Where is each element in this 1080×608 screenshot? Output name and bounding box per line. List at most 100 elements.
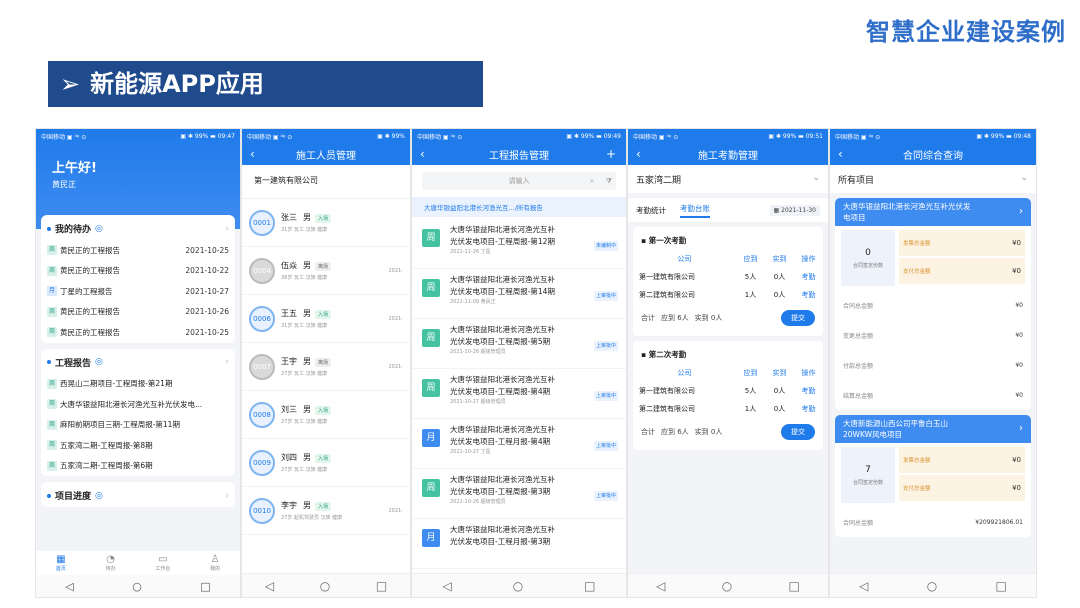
report-item[interactable]: 周大唐华银益阳北港长河渔光互补光伏发电...	[41, 394, 235, 415]
todo-item[interactable]: 周黄民正的工程报告 2021-10-22	[41, 261, 235, 282]
cell: 5人	[744, 387, 757, 395]
contract-title[interactable]: 大唐华银益阳北港长河渔光互补光伏发 电项目 ›	[835, 198, 1031, 226]
nav-item-0[interactable]: ▦ 首页	[56, 554, 66, 572]
person-row[interactable]: 0008 刘三男入场 27岁 瓦工 汉族 健康	[242, 391, 410, 439]
contract-title[interactable]: 大唐新能源山西公司平鲁白玉山 20WKW风电项目 ›	[835, 415, 1031, 443]
person-row[interactable]: 0009 刘四男入场 27岁 瓦工 汉族 健康	[242, 439, 410, 487]
report-item[interactable]: 周五家湾二期-工程周报-第6期	[41, 456, 235, 477]
tab-ledger[interactable]: 考勤台账	[680, 203, 710, 218]
chevron-right-icon[interactable]: ›	[1019, 423, 1023, 434]
report-line2: 光伏发电项目-工程周报-第3期	[450, 487, 551, 496]
sum-label: 合计	[641, 428, 655, 436]
android-back-button[interactable]: ◁	[65, 580, 73, 593]
attend-link[interactable]: 考勤	[794, 286, 823, 304]
nav-item-3[interactable]: ♙ 我的	[210, 554, 220, 572]
attend-link[interactable]: 考勤	[794, 382, 823, 400]
android-recent-button[interactable]: □	[996, 579, 1007, 593]
date-picker[interactable]: ▦ 2021-11-30	[769, 204, 820, 216]
back-icon[interactable]: ‹	[250, 147, 262, 161]
todo-item[interactable]: 周黄民正的工程报告 2021-10-26	[41, 302, 235, 323]
status-badge: 入场	[315, 310, 332, 319]
android-recent-button[interactable]: □	[789, 579, 800, 593]
android-recent-button[interactable]: □	[376, 579, 387, 593]
report-row[interactable]: 周 大唐华银益阳北港长河渔光互补 光伏发电项目-工程周报-第4期 2021-10-27…	[412, 369, 626, 419]
report-line1: 大唐华银益阳北港长河渔光互补	[450, 425, 555, 434]
chevron-down-icon: ⌄	[812, 173, 820, 183]
cell: 5人	[744, 273, 757, 281]
person-name: 刘四	[281, 453, 297, 462]
todo-item[interactable]: 周黄民正的工程报告 2021-10-25	[41, 240, 235, 261]
nav-item-2[interactable]: ▭ 工作台	[155, 554, 170, 572]
person-sub: 27岁 瓦工 汉族 健康	[281, 371, 328, 377]
status-badge: 入场	[315, 454, 332, 463]
nav-item-1[interactable]: ◔ 待办	[106, 554, 116, 572]
cell: 第二建筑有限公司	[639, 405, 695, 413]
android-recent-button[interactable]: □	[200, 580, 210, 593]
status-left: 中国移动 ▣ ⁴ᵍ ⊙	[835, 133, 881, 141]
android-back-button[interactable]: ◁	[265, 579, 274, 593]
person-line: 刘三男入场	[281, 404, 403, 415]
phone-reports: 中国移动 ▣ ⁴ᵍ ⊙ ▣ ✱ 99% ▬ 09:49 ‹ 工程报告管理 + 请输入 ⌕…	[411, 128, 627, 598]
search-input[interactable]: 请输入 ⌕ ⧩	[422, 172, 616, 190]
android-back-button[interactable]: ◁	[859, 579, 868, 593]
report-item[interactable]: 周西晃山二期项目-工程周报-第21期	[41, 374, 235, 395]
submit-button[interactable]: 提交	[781, 424, 815, 440]
project-select[interactable]: 五家湾二期 ⌄	[628, 165, 828, 193]
filter-icon[interactable]: ⧩	[606, 172, 612, 190]
total-row: 合同总金额 ¥209921806.01	[835, 507, 1031, 537]
report-type-tag: 周	[47, 245, 57, 256]
total-value: ¥0	[1015, 301, 1023, 309]
chevron-right-icon[interactable]: ›	[225, 491, 229, 501]
report-row[interactable]: 月大唐华银益阳北港长河渔光互补 光伏发电项目-工程月报-第3期	[412, 519, 626, 569]
report-item[interactable]: 周麻阳前期项目三期-工程周报-第11期	[41, 415, 235, 436]
person-row[interactable]: 0010 李宇男入场 27岁 起机驾驶员 汉族 健康 2021-	[242, 487, 410, 535]
report-row[interactable]: 周 大唐华银益阳北港长河渔光互补 光伏发电项目-工程周报-第12期 2021-11-2…	[412, 219, 626, 269]
android-home-button[interactable]: ○	[320, 579, 330, 593]
search-icon[interactable]: ⌕	[590, 172, 594, 190]
todo-item[interactable]: 月丁星的工程报告 2021-10-27	[41, 281, 235, 302]
column-header: 应到	[736, 250, 766, 268]
refresh-icon[interactable]: ◎	[95, 357, 103, 367]
total-label: 付款总金额	[843, 362, 874, 370]
refresh-icon[interactable]: ◎	[95, 224, 103, 234]
android-recent-button[interactable]: □	[584, 579, 595, 593]
attend-link[interactable]: 考勤	[794, 400, 823, 418]
contract-card[interactable]: 大唐新能源山西公司平鲁白玉山 20WKW风电项目 › 7 合同签定份数 发票总金额 ¥0 支付…	[835, 415, 1031, 537]
chevron-right-icon[interactable]: ›	[225, 224, 229, 234]
report-row[interactable]: 周 大唐华银益阳北港长河渔光互补 光伏发电项目-工程周报-第5期 2021-10-26…	[412, 319, 626, 369]
title-line2: 电项目	[843, 213, 866, 222]
person-info: 刘三男入场 27岁 瓦工 汉族 健康	[281, 404, 403, 425]
person-row[interactable]: 0001 张三男入场 31岁 瓦工 汉族 健康	[242, 199, 410, 247]
cell: 第一建筑有限公司	[639, 387, 695, 395]
nav-label: 待办	[105, 566, 116, 572]
status-left: 中国移动 ▣ ⁴ᵍ ⊙	[247, 133, 293, 141]
android-home-button[interactable]: ○	[927, 579, 937, 593]
report-row[interactable]: 周 大唐华银益阳北港长河渔光互补 光伏发电项目-工程周报-第14期 2021-11-0…	[412, 269, 626, 319]
android-back-button[interactable]: ◁	[656, 579, 665, 593]
report-row[interactable]: 月 大唐华银益阳北港长河渔光互补 光伏发电项目-工程月报-第4期 2021-10-27…	[412, 419, 626, 469]
back-icon[interactable]: ‹	[838, 147, 850, 161]
android-home-button[interactable]: ○	[722, 579, 732, 593]
back-icon[interactable]: ‹	[636, 147, 648, 161]
report-row[interactable]: 周 大唐华银益阳北港长河渔光互补 光伏发电项目-工程周报-第3期 2021-10-26…	[412, 469, 626, 519]
chevron-right-icon[interactable]: ›	[1019, 206, 1023, 217]
person-row[interactable]: 0007 王宇男离场 27岁 瓦工 汉族 健康 2021-	[242, 343, 410, 391]
attend-link[interactable]: 考勤	[794, 268, 823, 286]
submit-button[interactable]: 提交	[781, 310, 815, 326]
back-icon[interactable]: ‹	[420, 147, 432, 161]
refresh-icon[interactable]: ◎	[95, 491, 103, 501]
android-home-button[interactable]: ○	[132, 580, 142, 593]
android-home-button[interactable]: ○	[513, 579, 523, 593]
android-back-button[interactable]: ◁	[442, 579, 451, 593]
person-row[interactable]: 0004 伍焱男离场 38岁 瓦工 汉族 健康 2021-	[242, 247, 410, 295]
tab-stats[interactable]: 考勤统计	[636, 205, 666, 216]
person-row[interactable]: 0006 王五男入场 31岁 瓦工 汉族 健康 2021-	[242, 295, 410, 343]
chevron-right-icon[interactable]: ›	[225, 357, 229, 367]
report-item[interactable]: 周五家湾二期-工程周报-第8期	[41, 435, 235, 456]
contract-card[interactable]: 大唐华银益阳北港长河渔光互补光伏发 电项目 › 0 合同签定份数 发票总金额 ¥0 支付总金额…	[835, 198, 1031, 410]
status-badge: 上审批中	[593, 291, 618, 301]
total-row: 付款总金额 ¥0	[835, 350, 1031, 380]
todo-item[interactable]: 周黄民正的工程报告 2021-10-25	[41, 322, 235, 343]
add-icon[interactable]: +	[606, 147, 618, 161]
project-filter[interactable]: 所有项目 ⌄	[830, 165, 1036, 193]
